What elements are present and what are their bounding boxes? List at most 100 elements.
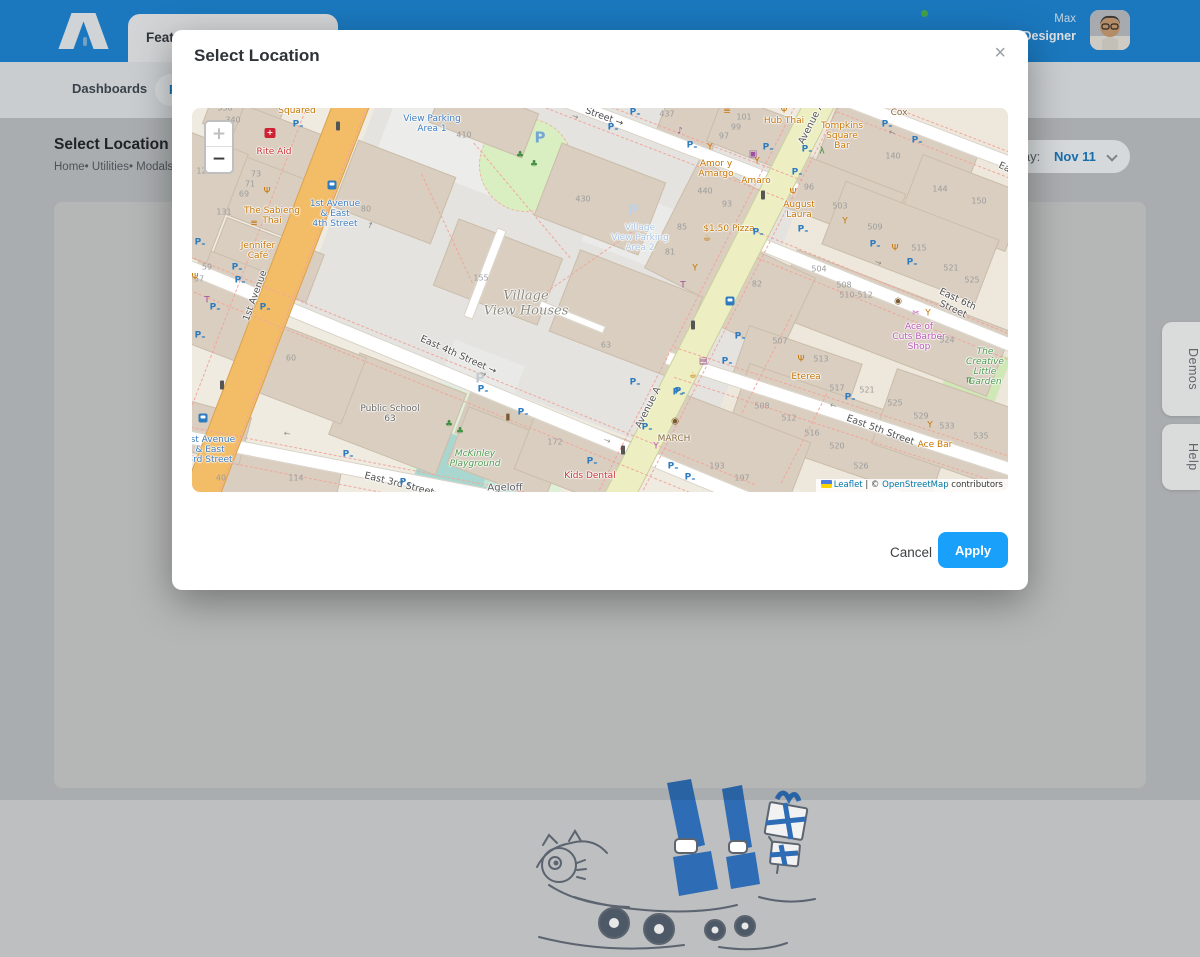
- poi-icon: ◉: [894, 298, 902, 307]
- map-label: 509: [867, 224, 882, 233]
- parking-icon: P: [722, 358, 733, 367]
- map-label: 40: [216, 475, 226, 484]
- parking-icon: P: [478, 386, 489, 395]
- map-label: 73: [251, 171, 261, 180]
- map-label: 144: [932, 186, 947, 195]
- parking-icon: P: [792, 169, 803, 178]
- map-label: August Laura: [783, 200, 815, 220]
- map-label: The Creative Little Garden: [966, 347, 1004, 387]
- shop-icon: Y: [653, 443, 659, 452]
- map-label: 521: [943, 265, 958, 274]
- map-label: View Parking Area 1: [403, 114, 461, 134]
- map-label: Eterea: [791, 372, 820, 382]
- poi-icon: Ψ: [789, 189, 796, 198]
- map-label: Ageloff: [487, 482, 522, 492]
- map-label: Village View Houses: [484, 289, 569, 318]
- map-label: Kids Dental: [564, 471, 615, 481]
- map-label: Amor y Amargo: [698, 159, 733, 179]
- parking-icon: P: [673, 389, 684, 398]
- leisure-icon: π: [966, 377, 971, 386]
- poi-icon: Y: [692, 265, 698, 274]
- map-label: 526: [853, 463, 868, 472]
- roller-skates-illustration: [519, 777, 839, 957]
- close-icon[interactable]: ×: [994, 42, 1006, 65]
- map-label: 63: [601, 342, 611, 351]
- parking-icon: P: [735, 333, 746, 342]
- bus-stop-icon: [199, 414, 208, 423]
- map-label: 430: [575, 196, 590, 205]
- map-label: 60: [286, 355, 296, 364]
- map-label: 71: [245, 181, 255, 190]
- shop-icon: ♪: [677, 128, 683, 137]
- leisure-icon: λ: [819, 148, 824, 157]
- poi-icon: ☕: [703, 235, 711, 244]
- leisure-icon: ♣: [445, 421, 453, 430]
- map-label: 508: [754, 403, 769, 412]
- flag-icon: [821, 480, 832, 488]
- map-label: 338: [217, 108, 232, 113]
- map-label: Ace Bar: [918, 440, 953, 450]
- oneway-arrow-icon: ←: [283, 429, 291, 438]
- map-label: 440: [697, 188, 712, 197]
- map-label: 535: [973, 433, 988, 442]
- map-label: 524: [939, 337, 954, 346]
- map-label: 96: [804, 184, 814, 193]
- map-label: Rite Aid: [256, 147, 291, 157]
- apply-button[interactable]: Apply: [938, 532, 1008, 568]
- parking-icon: P: [687, 142, 698, 151]
- osm-link[interactable]: OpenStreetMap: [882, 480, 948, 490]
- poi-icon: Y: [842, 218, 848, 227]
- map-label: 520: [829, 443, 844, 452]
- parking-icon: P: [870, 241, 881, 250]
- map-label: 1st Avenue & East 3rd Street: [192, 435, 235, 465]
- parking-icon: P: [912, 137, 923, 146]
- parking-icon: P: [630, 379, 641, 388]
- poi-icon: Y: [925, 310, 931, 319]
- map-label: 155: [473, 275, 488, 284]
- map-label: 504: [811, 266, 826, 275]
- poi-icon: Ψ: [891, 245, 898, 254]
- map-label: 513: [813, 356, 828, 365]
- traffic-signal-icon: [761, 191, 765, 200]
- map-label: 512: [781, 415, 796, 424]
- map-label: Cox: [891, 108, 908, 118]
- poi-icon: ◉: [671, 418, 679, 427]
- map-label: 97: [719, 133, 729, 142]
- modal-title: Select Location: [194, 46, 320, 66]
- poi-icon: Ψ: [797, 356, 804, 365]
- map-label: 193: [709, 463, 724, 472]
- leisure-icon: ♣: [456, 428, 464, 437]
- map-label: $1.50 Pizza: [703, 224, 754, 234]
- parking-icon: P: [630, 109, 641, 118]
- bus-stop-icon: [726, 297, 735, 306]
- map-label: 82: [752, 281, 762, 290]
- poi-icon: ☕: [689, 372, 697, 381]
- map-canvas[interactable]: Street →EastEast 6th StreetEast 5th Stre…: [192, 108, 1008, 492]
- poi-icon: ≡: [250, 220, 258, 229]
- map-label: 59: [202, 264, 212, 273]
- map-label: Squared: [278, 108, 315, 116]
- map-label: 525: [964, 277, 979, 286]
- leisure-icon: ♣: [516, 152, 524, 161]
- poi-icon: ≡: [723, 108, 731, 117]
- cancel-button[interactable]: Cancel: [890, 545, 932, 560]
- map-label: 114: [288, 475, 303, 484]
- map-label: 410: [456, 132, 471, 141]
- parking-icon: P: [845, 394, 856, 403]
- bus-stop-icon: [328, 181, 337, 190]
- parking-icon: P: [608, 124, 619, 133]
- parking-icon: P: [642, 424, 653, 433]
- map-label: Amaro: [741, 176, 770, 186]
- leaflet-link[interactable]: Leaflet: [834, 480, 863, 490]
- poi-icon: ▮: [506, 414, 511, 423]
- parking-icon: P: [195, 332, 206, 341]
- poi-icon: Ψ: [780, 108, 787, 116]
- map-attribution: Leaflet | © OpenStreetMap contributors: [816, 479, 1008, 492]
- poi-icon: Y: [707, 144, 713, 153]
- map-label: 99: [731, 124, 741, 133]
- zoom-in-button[interactable]: +: [206, 122, 232, 147]
- zoom-out-button[interactable]: −: [206, 147, 232, 172]
- map-label: 533: [939, 423, 954, 432]
- parking-icon: P: [260, 304, 271, 313]
- map-label: 503: [832, 203, 847, 212]
